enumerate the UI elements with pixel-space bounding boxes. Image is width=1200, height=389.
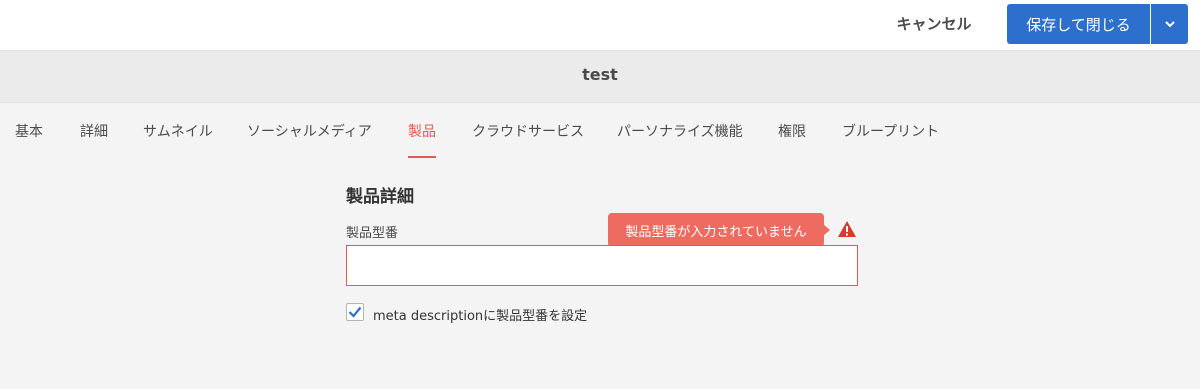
title-bar: test xyxy=(0,51,1200,103)
tab-permissions[interactable]: 権限 xyxy=(778,121,806,158)
tab-bar: 基本 詳細 サムネイル ソーシャルメディア 製品 クラウドサービス パーソナライ… xyxy=(0,103,1200,158)
checkmark-icon xyxy=(348,306,362,318)
tab-social-media[interactable]: ソーシャルメディア xyxy=(247,121,372,158)
save-options-dropdown-button[interactable] xyxy=(1151,4,1188,44)
cancel-button[interactable]: キャンセル xyxy=(880,6,988,40)
save-and-close-button[interactable]: 保存して閉じる xyxy=(1007,4,1150,44)
meta-description-checkbox-label[interactable]: meta descriptionに製品型番を設定 xyxy=(373,305,587,324)
chevron-down-icon xyxy=(1164,20,1175,27)
error-tooltip: 製品型番が入力されていません xyxy=(608,213,824,247)
tooltip-arrow xyxy=(823,224,830,236)
meta-description-checkbox[interactable] xyxy=(346,303,364,321)
tab-cloud-services[interactable]: クラウドサービス xyxy=(472,121,584,158)
tab-details[interactable]: 詳細 xyxy=(80,121,108,158)
tab-personalization[interactable]: パーソナライズ機能 xyxy=(617,121,743,158)
page-title: test xyxy=(582,65,618,84)
tab-product[interactable]: 製品 xyxy=(408,121,436,158)
model-number-label: 製品型番 xyxy=(346,226,399,241)
top-toolbar: キャンセル 保存して閉じる xyxy=(0,0,1200,51)
tab-blueprint[interactable]: ブループリント xyxy=(842,121,939,158)
model-number-input[interactable] xyxy=(346,245,858,286)
tab-thumbnail[interactable]: サムネイル xyxy=(143,121,213,158)
section-title: 製品詳細 xyxy=(346,187,414,207)
alert-triangle-icon xyxy=(838,221,856,237)
tab-basic[interactable]: 基本 xyxy=(15,121,43,158)
